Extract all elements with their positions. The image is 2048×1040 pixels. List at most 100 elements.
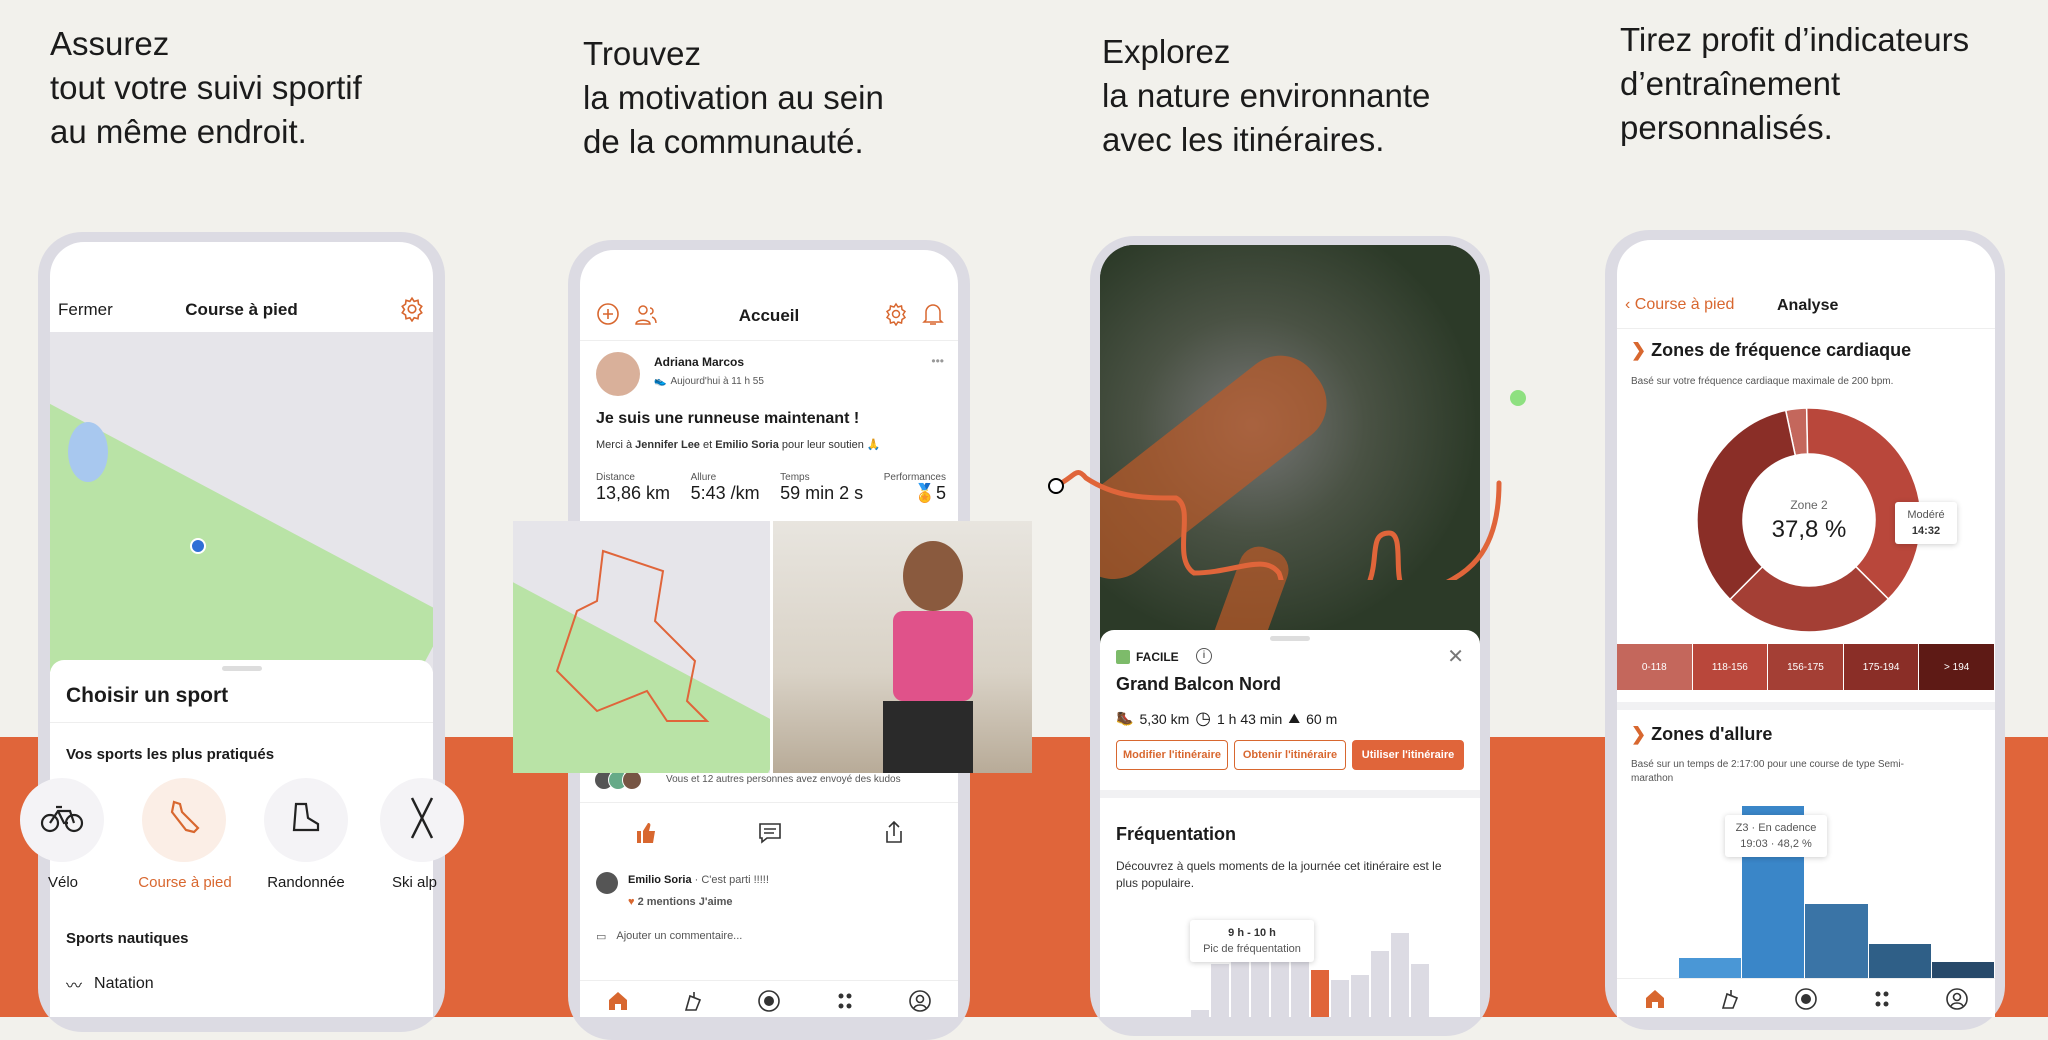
chevron-icon: ❯ [1631,724,1647,744]
route-sheet: FACILE i ✕ Grand Balcon Nord 🥾 5,30 km ◷ 1… [1100,630,1480,1017]
get-route-button[interactable]: Obtenir l'itinéraire [1234,740,1346,770]
sport-label-course: Course à pied [138,874,232,891]
info-icon[interactable]: i [1196,648,1212,664]
hr-zone-bar: 0-118 118-156 156-175 175-194 > 194 [1617,644,1995,690]
kudos-thumb-icon[interactable] [635,822,657,849]
close-icon[interactable]: ✕ [1447,644,1464,669]
donut-center-label: Zone 2 [1790,498,1828,512]
post-description: Merci à Jennifer Lee et Emilio Soria pou… [596,439,881,451]
home-icon[interactable] [1642,986,1668,1012]
current-location-dot [190,538,206,554]
frequentation-bar [1191,1010,1209,1017]
frequentation-bar [1411,963,1429,1017]
sport-label-velo: Vélo [48,874,79,891]
pace-bar[interactable] [1679,958,1742,980]
post-author[interactable]: Adriana Marcos [654,355,744,369]
route-screen: FACILE i ✕ Grand Balcon Nord 🥾 5,30 km ◷ 1… [1100,245,1480,1017]
sport-ski-button[interactable] [380,778,464,862]
record-icon[interactable] [756,988,782,1014]
sport-randonnee-button[interactable] [264,778,348,862]
sport-velo-button[interactable] [20,778,104,862]
shoe-icon: 👟 [654,376,667,387]
heart-icon: ♥ [628,896,635,908]
post-stats: Distance 13,86 km Allure 5:43 /km Temps 59 … [596,472,946,504]
route-end-marker [1510,390,1526,406]
sport-item-natation[interactable]: 〰 Natation [66,972,154,996]
sport-picker-screen: Fermer Course à pied Choisir un sport Vo… [50,242,433,1017]
bottom-nav [580,980,958,1017]
hr-zone-segment[interactable]: > 194 [1919,644,1995,690]
activity-map[interactable] [513,521,770,773]
donut-center-value: 37,8 % [1771,516,1847,543]
gear-icon[interactable] [884,302,908,331]
sport-carousel: Vélo Course à pied Randonnée Ski alp [20,778,464,898]
avatar[interactable] [596,352,640,396]
stat-temps: Temps 59 min 2 s [780,472,864,503]
route-name: Grand Balcon Nord [1116,674,1282,694]
frequentation-bar [1311,970,1329,1017]
kudos-text[interactable]: Vous et 12 autres personnes avez envoyé … [666,774,901,785]
sheet-title: Choisir un sport [66,684,229,707]
use-route-button[interactable]: Utiliser l'itinéraire [1352,740,1464,770]
modify-route-button[interactable]: Modifier l'itinéraire [1116,740,1228,770]
wave-icon: 〰 [66,978,83,995]
stat-distance: Distance 13,86 km [596,472,671,503]
routes-icon[interactable] [1717,986,1743,1012]
profile-icon[interactable] [907,988,933,1014]
routes-icon[interactable] [680,988,706,1014]
activity-photo[interactable] [773,521,1032,773]
back-button[interactable]: ‹ Course à pied [1625,296,1734,314]
zone-tooltip: Modéré 14:32 [1895,502,1957,544]
share-icon[interactable] [884,820,904,849]
section-top-sports: Vos sports les plus pratiqués [66,746,275,763]
medal-icon: 🏅 [913,483,936,503]
pace-zones-title: ❯ Zones d'allure [1631,724,1773,744]
frequentation-bar [1211,963,1229,1017]
hr-zones-desc: Basé sur votre fréquence cardiaque maxim… [1631,376,1894,387]
home-icon[interactable] [605,988,631,1014]
frequentation-desc: Découvrez à quels moments de la journée … [1116,859,1442,890]
analysis-screen: ‹ Course à pied Analyse ❯ Zones de fréqu… [1617,240,1995,1017]
comment-likes[interactable]: ♥ 2 mentions J'aime [628,896,733,908]
route-stats: 🥾 5,30 km ◷ 1 h 43 min ⛰ 60 m [1116,708,1338,728]
mountain-icon: ⛰ [1288,710,1301,726]
profile-icon[interactable] [1944,986,1970,1012]
frequentation-bar [1351,975,1369,1017]
hr-zone-segment[interactable]: 0-118 [1617,644,1693,690]
groups-icon[interactable] [832,988,858,1014]
chevron-icon: ❯ [1631,340,1647,360]
post-time-text: Aujourd'hui à 11 h 55 [670,376,764,387]
comment-icon: ▭ [596,931,607,943]
headline-3: Explorez la nature environnante avec les… [1102,33,1431,158]
commenter-avatar[interactable] [596,872,618,894]
pace-bar[interactable] [1868,944,1931,980]
hr-zone-segment[interactable]: 118-156 [1692,644,1769,690]
route-line [1048,390,1526,580]
post-title: Je suis une runneuse maintenant ! [596,410,860,427]
headline-1: Assurez tout votre suivi sportif au même… [50,25,362,150]
pace-bar[interactable] [1805,904,1868,980]
pace-tooltip: Z3 · En cadence 19:03 · 48,2 % [1725,815,1827,857]
bell-icon[interactable] [922,302,944,331]
more-icon[interactable]: ••• [931,354,944,368]
stat-allure: Allure 5:43 /km [690,472,760,503]
pace-zones-desc: Basé sur un temps de 2:17:00 pour une co… [1631,759,1904,784]
hr-zone-segment[interactable]: 175-194 [1843,644,1920,690]
frequentation-title: Fréquentation [1116,824,1236,844]
headline-2: Trouvez la motivation au sein de la comm… [583,35,884,160]
groups-icon[interactable] [1869,986,1895,1012]
record-icon[interactable] [1793,986,1819,1012]
comment: Emilio Soria · C'est parti !!!!! [628,874,769,886]
comment-icon[interactable] [758,822,782,849]
sport-course-button[interactable] [142,778,226,862]
hr-zone-segment[interactable]: 156-175 [1768,644,1844,690]
map-view[interactable] [50,332,433,672]
frequentation-bar [1331,980,1349,1017]
frequentation-tooltip: 9 h - 10 h Pic de fréquentation [1190,920,1314,962]
post-time: 👟 Aujourd'hui à 11 h 55 [654,376,764,387]
sport-label-ski: Ski alp [392,874,438,891]
gear-icon[interactable] [399,296,425,327]
kudos-avatars[interactable] [594,770,642,790]
ski-icon [404,796,440,845]
add-comment-input[interactable]: ▭ Ajouter un commentaire... [596,930,742,943]
